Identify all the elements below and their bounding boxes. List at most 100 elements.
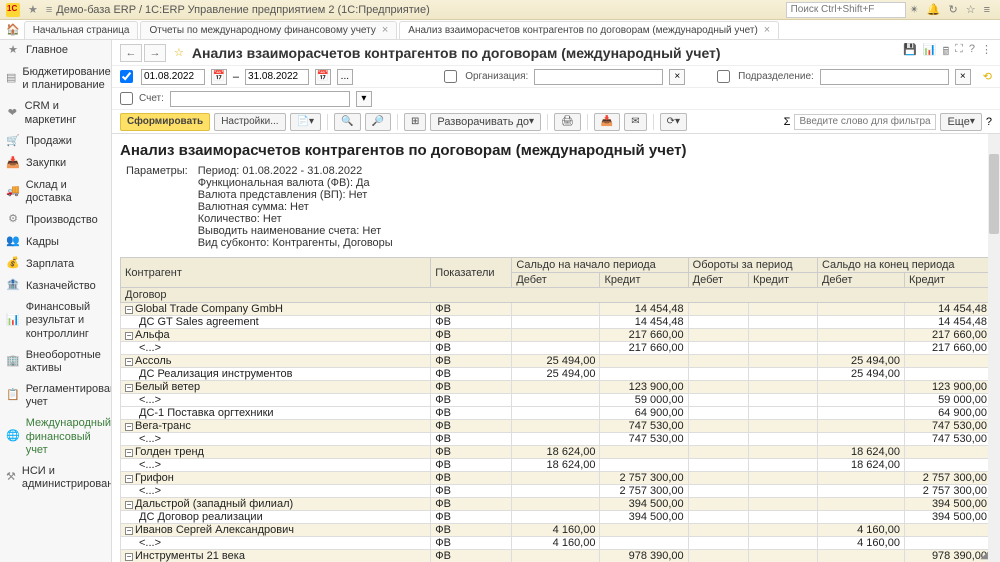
table-row[interactable]: ДС-1 Поставка оргтехникиФВ64 900,0064 90…	[121, 407, 992, 420]
menu-icon[interactable]: ≡	[984, 4, 990, 16]
date-from-input[interactable]	[141, 69, 205, 85]
table-row[interactable]: −Инструменты 21 векаФВ978 390,00978 390,…	[121, 550, 992, 562]
table-row[interactable]: <...>ФВ59 000,0059 000,00	[121, 394, 992, 407]
chart-icon[interactable]: 📊	[923, 43, 937, 62]
help-icon[interactable]: ?	[969, 43, 975, 62]
global-search-input[interactable]	[786, 2, 906, 18]
hamburger-icon[interactable]: ≡	[46, 4, 52, 16]
org-field[interactable]	[534, 69, 663, 85]
reset-icon[interactable]: ⟲	[983, 70, 992, 83]
table-row[interactable]: −АльфаФВ217 660,00217 660,00	[121, 329, 992, 342]
expand-toggle[interactable]: −	[125, 527, 133, 535]
table-row[interactable]: <...>ФВ18 624,0018 624,00	[121, 459, 992, 472]
date-to-input[interactable]	[245, 69, 309, 85]
dept-field[interactable]	[820, 69, 949, 85]
expand-toggle[interactable]: −	[125, 384, 133, 392]
find-button[interactable]: 🔍	[334, 113, 360, 131]
expand-button[interactable]: Разворачивать до ▾	[430, 113, 541, 131]
table-row[interactable]: −Global Trade Company GmbHФВ14 454,4814 …	[121, 303, 992, 316]
period-more[interactable]: ...	[337, 69, 353, 85]
sidebar-item[interactable]: 🛒Продажи	[0, 131, 111, 153]
org-clear[interactable]: ×	[669, 69, 685, 85]
expand-toggle[interactable]: −	[125, 553, 133, 561]
table-row[interactable]: −АссольФВ25 494,0025 494,00	[121, 355, 992, 368]
pivot-button[interactable]: ⊞	[404, 113, 426, 131]
acct-checkbox[interactable]	[120, 92, 133, 105]
sidebar-item[interactable]: ▤Бюджетирование и планирование	[0, 62, 111, 96]
calc-icon[interactable]: 🖩	[943, 43, 950, 62]
star-icon[interactable]: ★	[28, 3, 38, 16]
tab[interactable]: Анализ взаиморасчетов контрагентов по до…	[399, 21, 779, 39]
table-row[interactable]: ДС Договор реализацииФВ394 500,00394 500…	[121, 511, 992, 524]
table-row[interactable]: −Голден трендФВ18 624,0018 624,00	[121, 446, 992, 459]
nav-fwd-button[interactable]: →	[144, 44, 166, 62]
tab-close-icon[interactable]: ×	[764, 24, 770, 36]
sidebar-item[interactable]: ⚒НСИ и администрирование	[0, 461, 111, 495]
sidebar-item[interactable]: 🌐Международный финансовый учет	[0, 413, 111, 461]
find2-button[interactable]: 🔎	[365, 113, 391, 131]
opts-icon[interactable]: ⋮	[981, 43, 992, 62]
spark-icon[interactable]: ✴	[910, 3, 919, 16]
sidebar-item[interactable]: 🏦Казначейство	[0, 275, 111, 297]
expand-icon[interactable]: ⛶	[955, 43, 963, 62]
sidebar-item[interactable]: 👥Кадры	[0, 231, 111, 253]
sidebar-item[interactable]: 🚚Склад и доставка	[0, 175, 111, 209]
star2-icon[interactable]: ☆	[966, 3, 976, 16]
expand-toggle[interactable]: −	[125, 332, 133, 340]
table-row[interactable]: −Иванов Сергей АлександровичФВ4 160,004 …	[121, 524, 992, 537]
sidebar-item[interactable]: ★Главное	[0, 40, 111, 62]
nav-back-button[interactable]: ←	[120, 44, 142, 62]
sidebar-item[interactable]: 🏢Внеоборотные активы	[0, 345, 111, 379]
filter-input[interactable]	[794, 114, 936, 130]
org-checkbox[interactable]	[444, 70, 457, 83]
table-row[interactable]: <...>ФВ2 757 300,002 757 300,00	[121, 485, 992, 498]
favorite-icon[interactable]: ☆	[174, 46, 184, 59]
resize-grip[interactable]: ◢	[980, 550, 988, 561]
expand-toggle[interactable]: −	[125, 501, 133, 509]
tab[interactable]: Отчеты по международному финансовому уче…	[140, 21, 397, 39]
table-row[interactable]: −Вега-трансФВ747 530,00747 530,00	[121, 420, 992, 433]
table-row[interactable]: ДС GT Sales agreementФВ14 454,4814 454,4…	[121, 316, 992, 329]
expand-toggle[interactable]: −	[125, 449, 133, 457]
print-button[interactable]: 🖨	[554, 113, 581, 131]
expand-toggle[interactable]: −	[125, 423, 133, 431]
sigma-icon[interactable]: Σ	[784, 116, 791, 128]
bell-icon[interactable]: 🔔	[927, 3, 941, 16]
tab[interactable]: Начальная страница	[24, 21, 139, 39]
period-checkbox[interactable]	[120, 70, 133, 83]
expand-toggle[interactable]: −	[125, 306, 133, 314]
date-to-picker[interactable]: 📅	[315, 69, 331, 85]
history-icon[interactable]: ↻	[948, 3, 957, 16]
date-from-picker[interactable]: 📅	[211, 69, 227, 85]
home-icon[interactable]: 🏠	[6, 23, 20, 36]
save-icon[interactable]: 💾	[903, 43, 917, 62]
acct-dd[interactable]: ▾	[356, 91, 372, 107]
sidebar-item[interactable]: 📥Закупки	[0, 153, 111, 175]
sidebar-item[interactable]: 📋Регламентированный учет	[0, 379, 111, 413]
expand-toggle[interactable]: −	[125, 475, 133, 483]
dept-clear[interactable]: ×	[955, 69, 971, 85]
settings-button[interactable]: Настройки...	[214, 113, 285, 131]
sidebar-item[interactable]: ❤CRM и маркетинг	[0, 96, 111, 130]
table-row[interactable]: −Белый ветерФВ123 900,00123 900,00	[121, 381, 992, 394]
mail-button[interactable]: ✉	[624, 113, 646, 131]
dept-checkbox[interactable]	[717, 70, 730, 83]
table-row[interactable]: −Дальстрой (западный филиал)ФВ394 500,00…	[121, 498, 992, 511]
expand-toggle[interactable]: −	[125, 358, 133, 366]
variant-button[interactable]: 📄▾	[290, 113, 321, 131]
table-row[interactable]: <...>ФВ747 530,00747 530,00	[121, 433, 992, 446]
tab-close-icon[interactable]: ×	[382, 24, 388, 36]
acct-field[interactable]	[170, 91, 350, 107]
more-button[interactable]: Еще ▾	[940, 113, 981, 131]
table-row[interactable]: <...>ФВ4 160,004 160,00	[121, 537, 992, 550]
form-button[interactable]: Сформировать	[120, 113, 210, 131]
table-row[interactable]: ДС Реализация инструментовФВ25 494,0025 …	[121, 368, 992, 381]
sidebar-item[interactable]: 📊Финансовый результат и контроллинг	[0, 297, 111, 345]
help2-icon[interactable]: ?	[986, 116, 992, 128]
save-button[interactable]: 📥	[594, 113, 620, 131]
table-row[interactable]: <...>ФВ217 660,00217 660,00	[121, 342, 992, 355]
sidebar-item[interactable]: ⚙Производство	[0, 209, 111, 231]
scrollbar-vertical[interactable]	[988, 134, 1000, 562]
sidebar-item[interactable]: 💰Зарплата	[0, 253, 111, 275]
table-row[interactable]: −ГрифонФВ2 757 300,002 757 300,00	[121, 472, 992, 485]
